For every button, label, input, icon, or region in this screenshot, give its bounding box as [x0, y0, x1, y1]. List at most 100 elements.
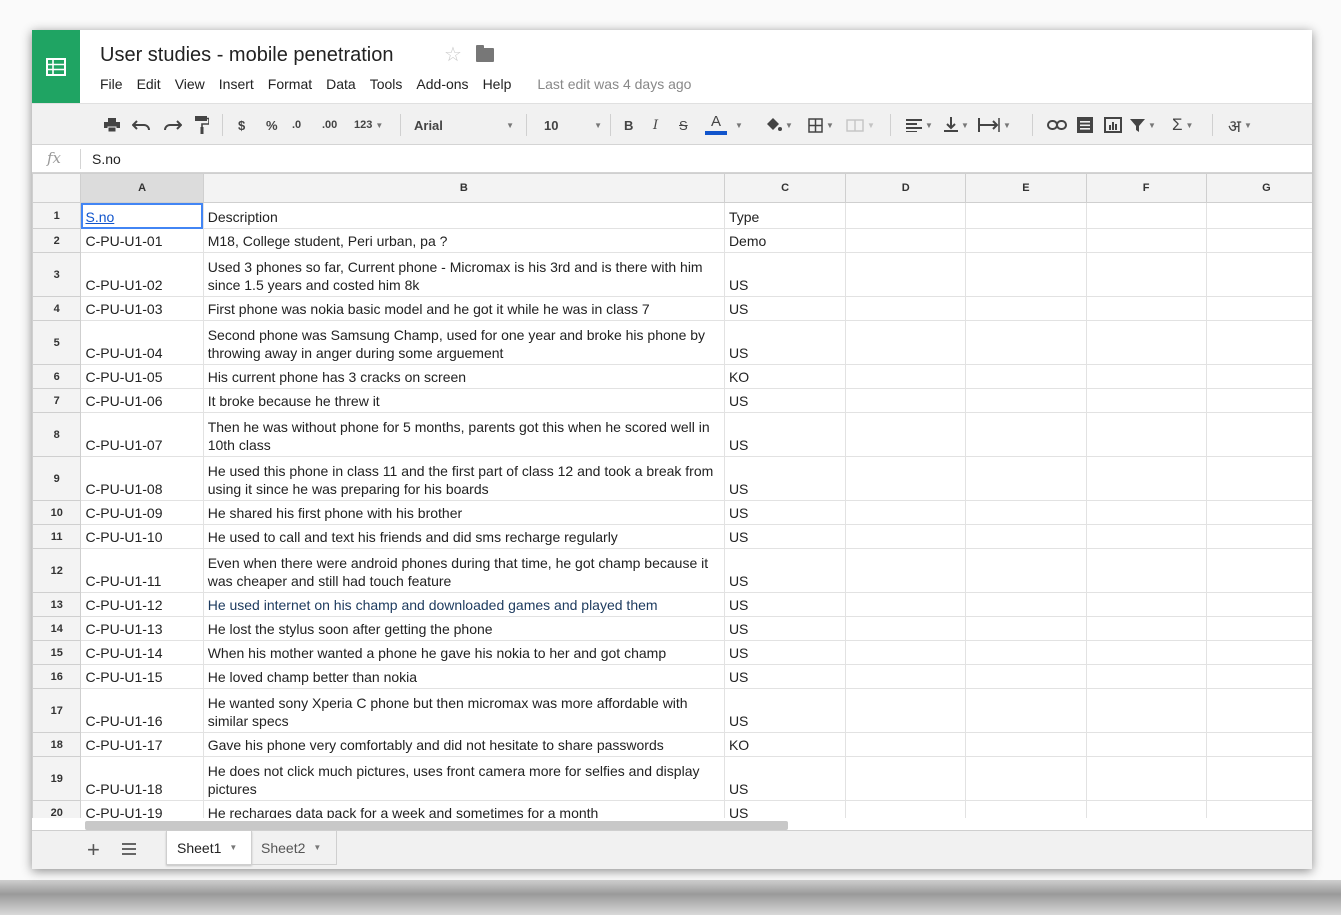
cell[interactable]: US [723, 524, 847, 549]
cell[interactable] [845, 364, 967, 389]
cell[interactable] [1085, 252, 1207, 297]
cell[interactable] [845, 524, 967, 549]
cell[interactable] [845, 732, 967, 757]
row-header[interactable]: 2 [32, 228, 82, 253]
font-family-dropdown[interactable]: Arial ▼ [414, 104, 514, 146]
cell[interactable] [1085, 296, 1207, 321]
cell[interactable] [845, 548, 967, 593]
cell[interactable] [965, 800, 1087, 818]
cell[interactable] [845, 228, 967, 253]
cell[interactable] [845, 412, 967, 457]
cell[interactable] [965, 688, 1087, 733]
cell[interactable]: Then he was without phone for 5 months, … [202, 412, 725, 457]
menu-insert[interactable]: Insert [219, 76, 254, 92]
cell[interactable] [845, 500, 967, 525]
cell[interactable] [1085, 732, 1207, 757]
chevron-down-icon[interactable]: ▼ [229, 843, 237, 852]
row-header[interactable]: 5 [32, 320, 82, 365]
more-formats-dropdown[interactable]: 123 ▼ [354, 104, 383, 146]
cell[interactable]: US [723, 548, 847, 593]
cell[interactable]: C-PU-U1-06 [80, 388, 204, 413]
cell[interactable] [845, 640, 967, 665]
cell[interactable]: Even when there were android phones duri… [202, 548, 725, 593]
cell[interactable] [965, 592, 1087, 617]
cell[interactable] [965, 252, 1087, 297]
cell[interactable] [1205, 800, 1312, 818]
cell[interactable] [1205, 252, 1312, 297]
cell[interactable]: US [723, 616, 847, 641]
cell[interactable] [1085, 640, 1207, 665]
cell[interactable] [845, 756, 967, 801]
horizontal-align-icon[interactable]: ▼ [906, 104, 933, 146]
cell[interactable] [1205, 664, 1312, 689]
column-header-e[interactable]: E [965, 173, 1087, 203]
cell[interactable] [1085, 800, 1207, 818]
column-header-a[interactable]: A [80, 173, 204, 203]
functions-dropdown[interactable]: Σ ▼ [1172, 104, 1193, 146]
cell[interactable]: C-PU-U1-07 [80, 412, 204, 457]
insert-comment-icon[interactable] [1077, 104, 1093, 146]
cell[interactable]: He loved champ better than nokia [202, 664, 725, 689]
italic-button[interactable]: I [653, 104, 658, 146]
add-sheet-icon[interactable]: + [87, 837, 100, 863]
menu-format[interactable]: Format [268, 76, 312, 92]
cell[interactable] [1085, 756, 1207, 801]
filter-icon[interactable]: ▼ [1130, 104, 1156, 146]
chevron-down-icon[interactable]: ▼ [732, 104, 743, 146]
cell[interactable] [845, 664, 967, 689]
cell[interactable]: He used internet on his champ and downlo… [202, 592, 725, 617]
cell[interactable] [1085, 202, 1207, 229]
cell[interactable]: C-PU-U1-08 [80, 456, 204, 501]
row-header[interactable]: 16 [32, 664, 82, 689]
cell[interactable]: KO [723, 364, 847, 389]
horizontal-scrollbar[interactable] [85, 821, 788, 830]
cell[interactable]: C-PU-U1-04 [80, 320, 204, 365]
cell[interactable] [845, 800, 967, 818]
menu-data[interactable]: Data [326, 76, 356, 92]
cell[interactable]: US [723, 456, 847, 501]
cell[interactable] [965, 640, 1087, 665]
cell[interactable]: US [723, 388, 847, 413]
row-header[interactable]: 18 [32, 732, 82, 757]
insert-chart-icon[interactable] [1104, 104, 1122, 146]
cell[interactable]: He used this phone in class 11 and the f… [202, 456, 725, 501]
cell[interactable] [1205, 640, 1312, 665]
cell[interactable]: US [723, 412, 847, 457]
cell[interactable]: It broke because he threw it [202, 388, 725, 413]
cell[interactable]: Used 3 phones so far, Current phone - Mi… [202, 252, 725, 297]
row-header[interactable]: 4 [32, 296, 82, 321]
cell[interactable]: US [723, 500, 847, 525]
cell[interactable]: His current phone has 3 cracks on screen [202, 364, 725, 389]
cell[interactable] [1205, 548, 1312, 593]
cell[interactable] [965, 412, 1087, 457]
cell[interactable]: US [723, 252, 847, 297]
cell[interactable] [965, 756, 1087, 801]
row-header[interactable]: 10 [32, 500, 82, 525]
cell[interactable] [1205, 732, 1312, 757]
cell[interactable] [1085, 688, 1207, 733]
font-size-dropdown[interactable]: 10 ▼ [544, 104, 602, 146]
column-header-c[interactable]: C [723, 173, 847, 203]
cell[interactable]: US [723, 800, 847, 818]
column-header-d[interactable]: D [845, 173, 967, 203]
cell[interactable] [845, 320, 967, 365]
cell[interactable] [965, 732, 1087, 757]
cell[interactable]: Second phone was Samsung Champ, used for… [202, 320, 725, 365]
redo-icon[interactable] [164, 104, 182, 146]
formula-input[interactable]: S.no [92, 151, 121, 167]
cell[interactable] [965, 320, 1087, 365]
cell[interactable] [845, 202, 967, 229]
cell[interactable] [845, 388, 967, 413]
cell[interactable] [965, 296, 1087, 321]
row-header[interactable]: 15 [32, 640, 82, 665]
cell[interactable]: M18, College student, Peri urban, pa ? [202, 228, 725, 253]
bold-button[interactable]: B [624, 104, 633, 146]
row-header[interactable]: 14 [32, 616, 82, 641]
row-header[interactable]: 20 [32, 800, 82, 818]
row-header[interactable]: 6 [32, 364, 82, 389]
cell[interactable]: First phone was nokia basic model and he… [202, 296, 725, 321]
select-all-corner[interactable] [32, 173, 82, 203]
cell[interactable]: C-PU-U1-11 [80, 548, 204, 593]
sheets-logo-icon[interactable] [32, 30, 80, 103]
sheet-tab-sheet1[interactable]: Sheet1 ▼ [166, 831, 252, 865]
